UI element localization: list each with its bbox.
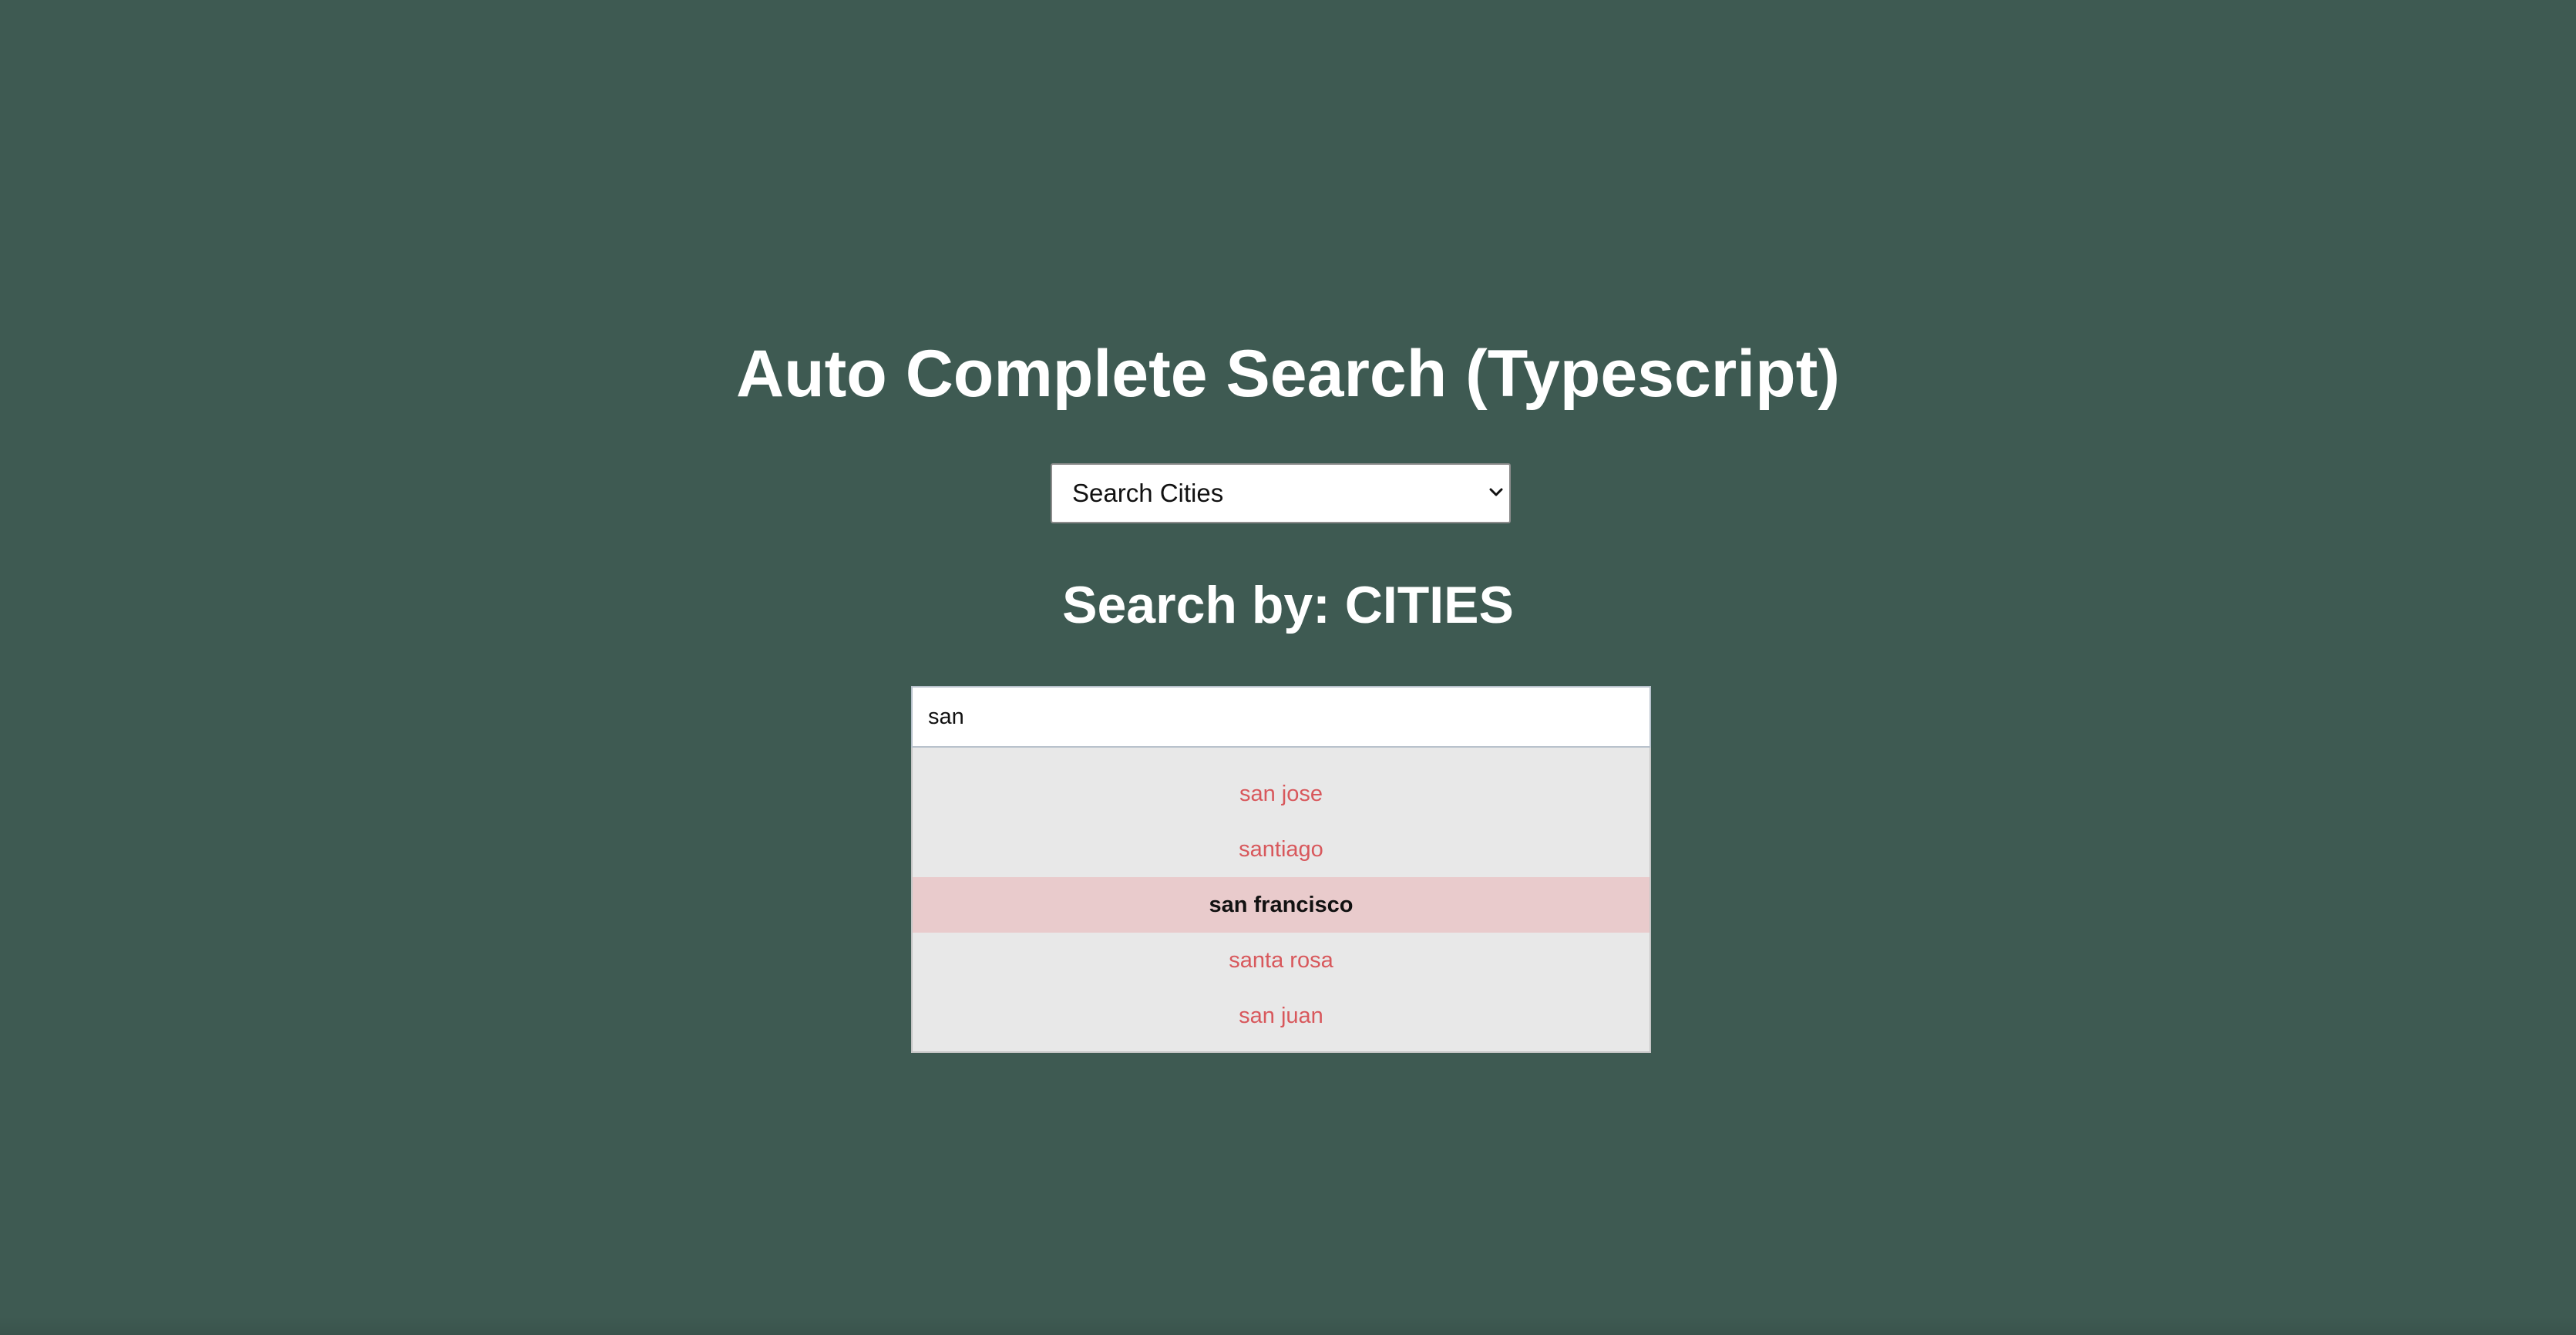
suggestion-item[interactable]: santa rosa (913, 933, 1650, 988)
search-input[interactable] (913, 688, 1650, 746)
suggestion-item[interactable]: san francisco (913, 877, 1650, 933)
page-title: Auto Complete Search (Typescript) (736, 337, 1840, 411)
search-heading: Search by: CITIES (1062, 576, 1514, 634)
bottom-shade (0, 1317, 2576, 1335)
category-select[interactable]: Search Cities (1051, 463, 1511, 523)
suggestion-list: san jose santiago san francisco santa ro… (911, 748, 1651, 1053)
category-select-value: Search Cities (1072, 479, 1224, 507)
chevron-down-icon (1489, 488, 1503, 496)
page: Auto Complete Search (Typescript) Search… (0, 0, 2576, 1335)
suggestion-item[interactable]: santiago (913, 822, 1650, 877)
suggestion-item[interactable]: san jose (913, 766, 1650, 822)
search-box (911, 686, 1651, 748)
suggestion-item[interactable]: san juan (913, 988, 1650, 1044)
